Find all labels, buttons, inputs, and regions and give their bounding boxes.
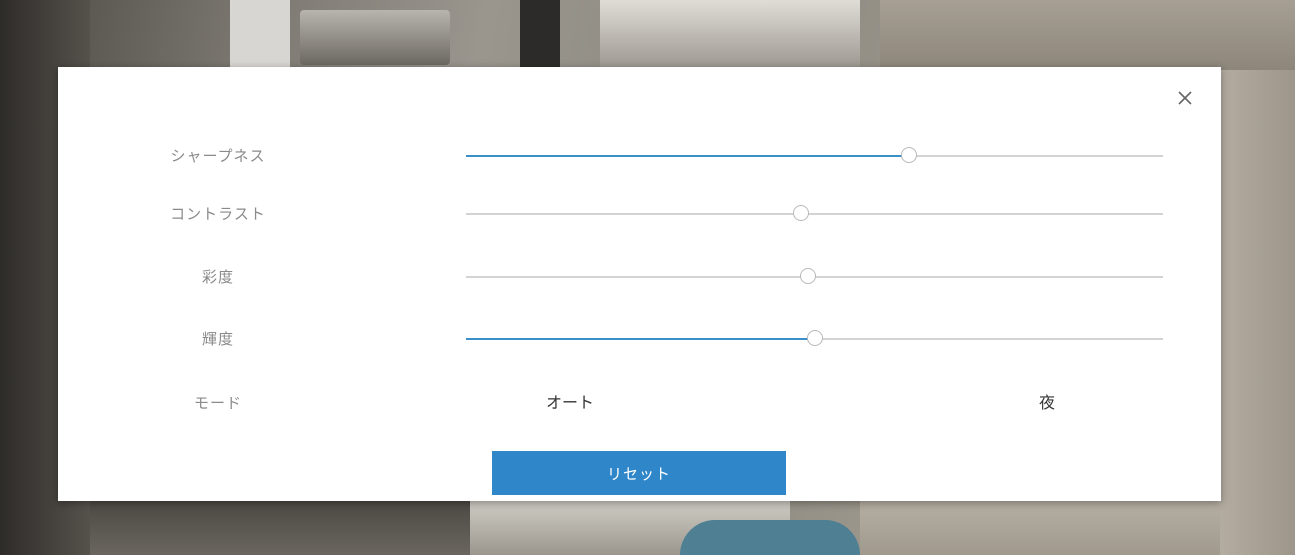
- slider-thumb[interactable]: [900, 147, 917, 163]
- feed-region: [860, 500, 1220, 555]
- slider-thumb[interactable]: [806, 330, 823, 346]
- contrast-row: コントラスト: [58, 199, 1221, 229]
- feed-region: [90, 500, 470, 555]
- saturation-row: 彩度: [58, 262, 1221, 292]
- mode-label: モード: [193, 394, 242, 412]
- brightness-row: 輝度: [58, 324, 1221, 354]
- sharpness-row: シャープネス: [58, 141, 1221, 171]
- image-settings-dialog: シャープネス コントラスト 彩度 輝度 モード オート 夜 リセット: [58, 67, 1221, 501]
- close-icon[interactable]: [1174, 87, 1196, 109]
- feed-region: [600, 0, 860, 70]
- brightness-slider[interactable]: [466, 324, 1163, 354]
- brightness-label: 輝度: [201, 330, 234, 348]
- slider-thumb[interactable]: [799, 268, 816, 284]
- sharpness-label: シャープネス: [170, 147, 266, 165]
- slider-track: [466, 213, 1163, 215]
- slider-thumb[interactable]: [792, 205, 809, 221]
- feed-region: [1220, 70, 1295, 555]
- feed-region: [300, 10, 450, 65]
- contrast-slider[interactable]: [466, 199, 1163, 229]
- slider-fill: [466, 338, 815, 340]
- close-icon-graphic: [1178, 91, 1192, 105]
- saturation-label: 彩度: [201, 268, 234, 286]
- mode-option-auto[interactable]: オート: [546, 388, 594, 418]
- feed-region: [680, 520, 860, 555]
- slider-fill: [466, 155, 909, 157]
- mode-row: モード オート 夜: [58, 388, 1221, 418]
- feed-region: [520, 0, 560, 70]
- feed-region: [880, 0, 1295, 70]
- mode-option-night[interactable]: 夜: [1039, 388, 1055, 418]
- feed-region: [230, 0, 290, 70]
- sharpness-slider[interactable]: [466, 141, 1163, 171]
- contrast-label: コントラスト: [170, 205, 266, 223]
- reset-button[interactable]: リセット: [492, 451, 786, 495]
- saturation-slider[interactable]: [466, 262, 1163, 292]
